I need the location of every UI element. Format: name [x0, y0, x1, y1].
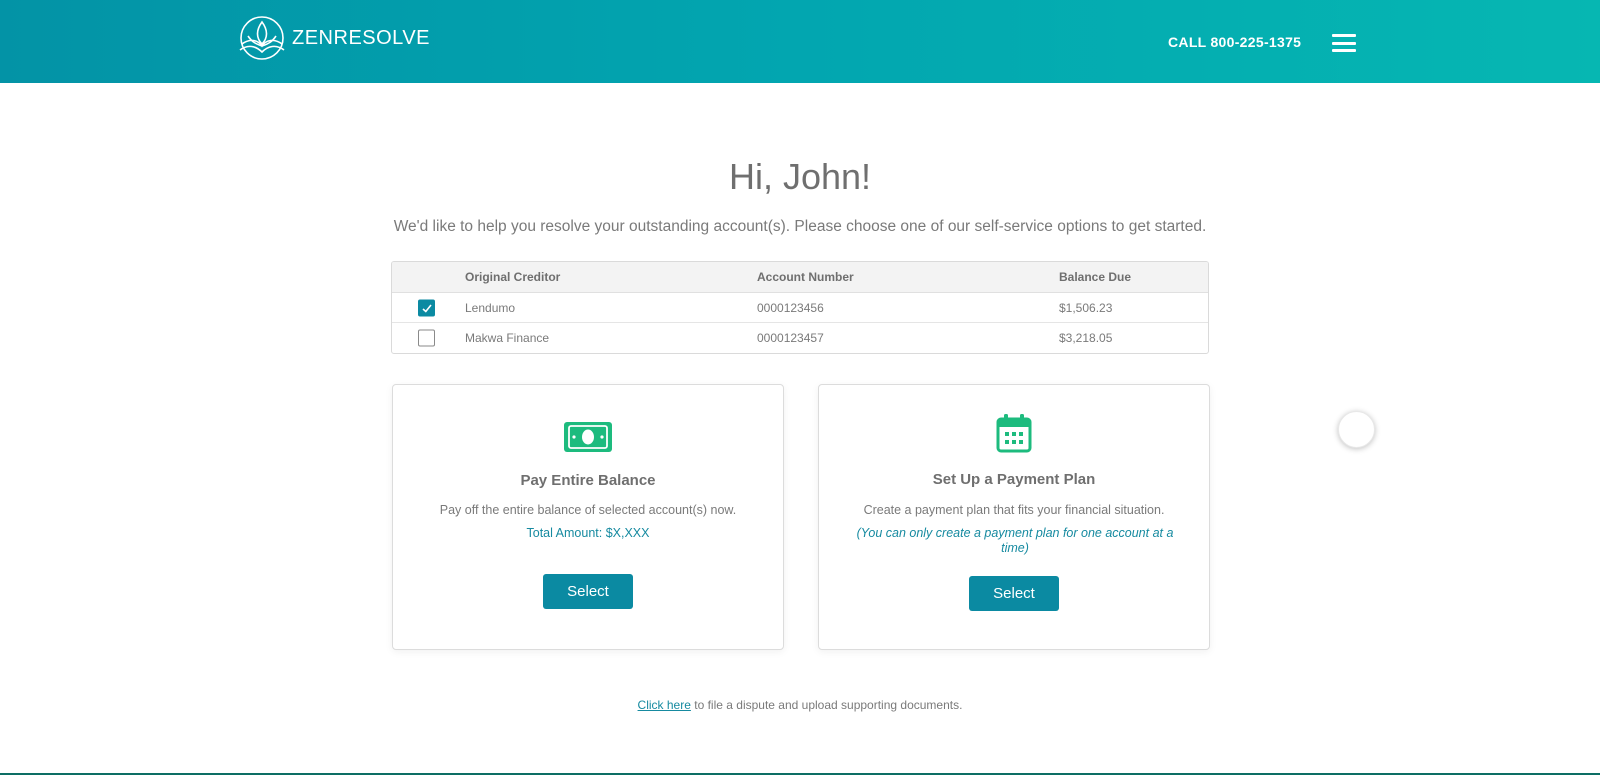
- cash-bill-icon: [564, 422, 612, 452]
- pay-balance-card: Pay Entire Balance Pay off the entire ba…: [392, 384, 784, 650]
- balance-due: $1,506.23: [1059, 300, 1113, 315]
- dispute-note: Click here to file a dispute and upload …: [0, 698, 1600, 712]
- column-header-creditor: Original Creditor: [465, 270, 561, 284]
- balance-due: $3,218.05: [1059, 331, 1113, 345]
- payment-plan-card: Set Up a Payment Plan Create a payment p…: [818, 384, 1210, 650]
- lotus-logo-icon: [239, 16, 285, 60]
- account-checkbox-checked[interactable]: [418, 299, 435, 316]
- table-row[interactable]: Lendumo 0000123456 $1,506.23: [392, 293, 1208, 323]
- account-number: 0000123456: [757, 300, 824, 315]
- pay-balance-title: Pay Entire Balance: [520, 472, 656, 489]
- dispute-link[interactable]: Click here: [638, 698, 691, 712]
- column-header-balance-due: Balance Due: [1059, 270, 1132, 284]
- account-number: 0000123457: [757, 331, 824, 345]
- floating-circle-button[interactable]: [1338, 411, 1375, 448]
- payment-plan-select-button[interactable]: Select: [969, 576, 1059, 611]
- column-header-account-number: Account Number: [757, 270, 854, 284]
- accounts-table-header: Original Creditor Account Number Balance…: [392, 262, 1208, 293]
- pay-total-amount: Total Amount: $X,XXX: [526, 526, 650, 540]
- calendar-icon: [996, 414, 1032, 453]
- accounts-table: Original Creditor Account Number Balance…: [391, 261, 1209, 354]
- dispute-text: to file a dispute and upload supporting …: [690, 698, 963, 712]
- intro-text: We'd like to help you resolve your outst…: [393, 218, 1207, 235]
- pay-balance-select-button[interactable]: Select: [543, 574, 633, 609]
- page-title: Hi, John!: [728, 156, 872, 197]
- payment-plan-note: (You can only create a payment plan for …: [856, 526, 1174, 555]
- creditor-name: Makwa Finance: [465, 331, 550, 345]
- checkmark-icon: [422, 304, 432, 313]
- creditor-name: Lendumo: [465, 300, 516, 315]
- payment-plan-description: Create a payment plan that fits your fin…: [863, 503, 1165, 517]
- page: ZENRESOLVE CALL 800-225-1375 Hi, John! W…: [0, 0, 1600, 775]
- site-header: ZENRESOLVE CALL 800-225-1375: [0, 0, 1600, 83]
- payment-plan-title: Set Up a Payment Plan: [932, 471, 1096, 488]
- pay-balance-description: Pay off the entire balance of selected a…: [439, 503, 737, 517]
- account-checkbox-unchecked[interactable]: [418, 329, 435, 347]
- call-phone-link[interactable]: CALL 800-225-1375: [1168, 34, 1301, 50]
- table-row[interactable]: Makwa Finance 0000123457 $3,218.05: [392, 323, 1208, 353]
- hamburger-menu-icon[interactable]: [1332, 34, 1356, 52]
- brand-name: ZENRESOLVE: [292, 26, 430, 49]
- brand-logo[interactable]: ZENRESOLVE: [234, 14, 430, 62]
